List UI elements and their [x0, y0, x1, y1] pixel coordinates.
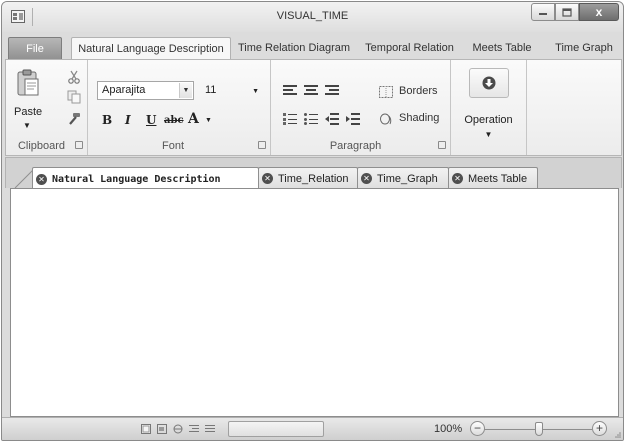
tab-close-icon[interactable]: ✕: [36, 173, 47, 185]
operation-button[interactable]: [469, 68, 509, 98]
numbered-list-icon[interactable]: [283, 113, 297, 125]
operation-dropdown-icon[interactable]: ▼: [451, 130, 526, 139]
bold-button[interactable]: B: [102, 113, 112, 127]
operation-group: Operation ▼: [451, 60, 527, 155]
zoom-out-button[interactable]: −: [470, 421, 485, 436]
window-controls: x: [531, 3, 619, 21]
doc-tab-natural-language-description[interactable]: ✕ Natural Language Description: [32, 167, 259, 190]
font-launcher-icon[interactable]: [258, 141, 266, 149]
paragraph-group: Borders Shading Paragraph: [271, 60, 451, 155]
decrease-indent-icon[interactable]: [325, 113, 339, 125]
ribbon-tab-row: File Natural Language Description Time R…: [2, 32, 623, 61]
resize-grip-icon[interactable]: [613, 430, 621, 438]
tab-close-icon[interactable]: ✕: [262, 173, 273, 184]
doc-tab-label: Time_Graph: [377, 172, 438, 185]
cut-icon[interactable]: [67, 70, 81, 84]
clipboard-group: Paste ▼ Clipboard: [6, 60, 88, 155]
shading-button[interactable]: Shading: [379, 111, 443, 127]
align-center-icon[interactable]: [304, 85, 318, 97]
draft-icon[interactable]: [205, 424, 215, 434]
doc-tab-label: Meets Table: [468, 172, 528, 185]
print-layout-icon[interactable]: [141, 424, 151, 434]
font-size-value: 11: [205, 84, 217, 96]
borders-icon: [379, 86, 393, 98]
minimize-icon: [539, 13, 547, 15]
document-editor[interactable]: [10, 188, 619, 417]
paste-dropdown-icon: ▼: [23, 121, 31, 130]
paste-icon: [17, 69, 39, 96]
chevron-down-icon: ▼: [179, 83, 192, 98]
chevron-down-icon: ▼: [252, 88, 259, 95]
web-layout-icon[interactable]: [173, 424, 183, 434]
close-icon: x: [595, 5, 603, 19]
paragraph-launcher-icon[interactable]: [438, 141, 446, 149]
underline-button[interactable]: U: [146, 113, 156, 127]
clipboard-launcher-icon[interactable]: [75, 141, 83, 149]
full-screen-icon[interactable]: [157, 424, 167, 434]
operation-label[interactable]: Operation: [451, 114, 526, 126]
font-group: Aparajita ▼ 11 ▼ B I U abc A ▼ Font: [88, 60, 271, 155]
maximize-button[interactable]: [555, 3, 579, 21]
doc-tab-time-graph[interactable]: ✕ Time_Graph: [357, 167, 449, 189]
close-button[interactable]: x: [579, 3, 619, 21]
title-bar: VISUAL_TIME x: [2, 2, 623, 32]
font-name-select[interactable]: Aparajita ▼: [97, 81, 194, 100]
paste-label: Paste: [14, 106, 43, 118]
zoom-in-button[interactable]: +: [592, 421, 607, 436]
bulleted-list-icon[interactable]: [304, 113, 318, 125]
italic-button[interactable]: I: [125, 113, 131, 127]
zoom-slider-thumb[interactable]: [535, 422, 543, 436]
tab-file[interactable]: File: [8, 37, 62, 60]
ribbon-panel: Paste ▼ Clipboard Aparajita ▼ 11 ▼ B I U…: [5, 59, 622, 156]
font-color-button[interactable]: A: [188, 111, 199, 127]
font-color-dropdown-icon[interactable]: ▼: [205, 117, 212, 124]
tab-meets-table[interactable]: Meets Table: [464, 37, 540, 60]
tab-natural-language-description[interactable]: Natural Language Description: [71, 37, 231, 61]
shading-icon: [380, 113, 392, 125]
tab-close-icon[interactable]: ✕: [452, 173, 463, 184]
status-field: [228, 421, 324, 437]
document-tab-strip: ✕ Natural Language Description ✕ Time_Re…: [5, 157, 622, 190]
shading-label: Shading: [399, 112, 440, 124]
zoom-level[interactable]: 100%: [434, 423, 462, 435]
format-painter-icon[interactable]: [67, 112, 81, 126]
minimize-button[interactable]: [531, 3, 555, 21]
tab-close-icon[interactable]: ✕: [361, 173, 372, 184]
doc-tab-meets-table[interactable]: ✕ Meets Table: [448, 167, 538, 189]
paste-button[interactable]: Paste ▼: [8, 62, 50, 130]
borders-button[interactable]: Borders: [379, 84, 443, 100]
tab-time-graph[interactable]: Time Graph: [549, 37, 619, 60]
borders-label: Borders: [399, 85, 438, 97]
window-title: VISUAL_TIME: [276, 10, 349, 22]
strikethrough-button[interactable]: abc: [164, 115, 184, 126]
status-bar: 100% − +: [2, 417, 623, 440]
outline-icon[interactable]: [189, 424, 199, 434]
align-left-icon[interactable]: [283, 85, 297, 97]
doc-tab-label: Natural Language Description: [52, 173, 221, 185]
doc-tab-label: Time_Relation: [278, 172, 349, 185]
tab-time-relation-diagram[interactable]: Time Relation Diagram: [235, 37, 353, 60]
operation-icon: [482, 76, 496, 90]
app-window: VISUAL_TIME x File Natural Language Desc…: [1, 1, 624, 441]
increase-indent-icon[interactable]: [346, 113, 360, 125]
font-name-value: Aparajita: [102, 84, 146, 96]
font-group-label: Font: [161, 140, 184, 152]
maximize-icon: [562, 7, 572, 17]
align-right-icon[interactable]: [325, 85, 339, 97]
tab-temporal-relation[interactable]: Temporal Relation: [362, 37, 457, 60]
copy-icon[interactable]: [67, 90, 81, 104]
paragraph-group-label: Paragraph: [329, 140, 382, 152]
font-size-select[interactable]: 11 ▼: [200, 81, 264, 100]
doc-tab-time-relation[interactable]: ✕ Time_Relation: [258, 167, 358, 189]
